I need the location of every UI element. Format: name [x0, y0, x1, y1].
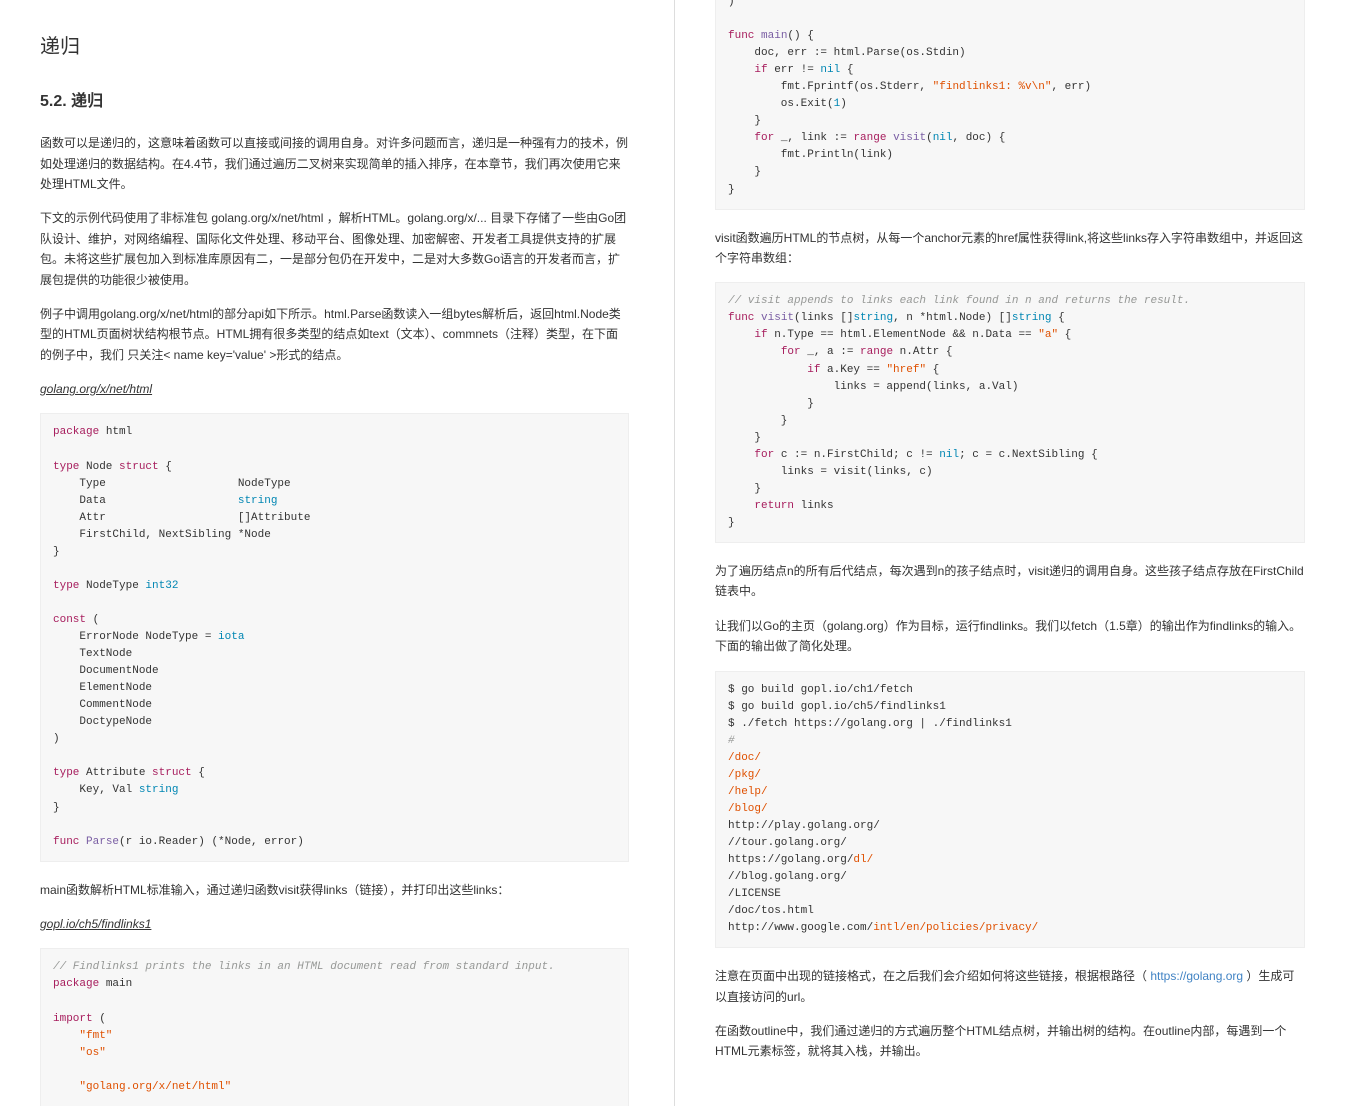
paragraph: 让我们以Go的主页（golang.org）作为目标，运行findlinks。我们…	[715, 616, 1305, 657]
paragraph: 注意在页面中出现的链接格式，在之后我们会介绍如何将这些链接，根据根路径（ htt…	[715, 966, 1305, 1007]
page-title: 递归	[40, 30, 629, 64]
code-block-html-package: package html type Node struct { Type Nod…	[40, 413, 629, 861]
paragraph: main函数解析HTML标准输入，通过递归函数visit获得links（链接），…	[40, 880, 629, 900]
code-block-visit: // visit appends to links each link foun…	[715, 282, 1305, 543]
page: 递归 5.2. 递归 函数可以是递归的，这意味着函数可以直接或间接的调用自身。对…	[0, 0, 1350, 1106]
code-block-findlinks-bottom: ) func main() { doc, err := html.Parse(o…	[715, 0, 1305, 210]
paragraph: 为了遍历结点n的所有后代结点，每次遇到n的孩子结点时，visit递归的调用自身。…	[715, 561, 1305, 602]
right-column: ) func main() { doc, err := html.Parse(o…	[675, 0, 1350, 1106]
code-block-shell-output: $ go build gopl.io/ch1/fetch $ go build …	[715, 671, 1305, 949]
external-link[interactable]: https://golang.org	[1150, 969, 1243, 983]
left-column: 递归 5.2. 递归 函数可以是递归的，这意味着函数可以直接或间接的调用自身。对…	[0, 0, 675, 1106]
source-link[interactable]: gopl.io/ch5/findlinks1	[40, 917, 151, 931]
source-link[interactable]: golang.org/x/net/html	[40, 382, 152, 396]
paragraph: 下文的示例代码使用了非标准包 golang.org/x/net/html ，解析…	[40, 208, 629, 290]
code-block-findlinks-top: // Findlinks1 prints the links in an HTM…	[40, 948, 629, 1105]
paragraph: 例子中调用golang.org/x/net/html的部分api如下所示。htm…	[40, 304, 629, 365]
paragraph: 在函数outline中，我们通过递归的方式遍历整个HTML结点树，并输出树的结构…	[715, 1021, 1305, 1062]
paragraph: visit函数遍历HTML的节点树，从每一个anchor元素的href属性获得l…	[715, 228, 1305, 269]
text: 注意在页面中出现的链接格式，在之后我们会介绍如何将这些链接，根据根路径（	[715, 969, 1150, 983]
section-heading: 5.2. 递归	[40, 88, 629, 115]
paragraph: 函数可以是递归的，这意味着函数可以直接或间接的调用自身。对许多问题而言，递归是一…	[40, 133, 629, 194]
